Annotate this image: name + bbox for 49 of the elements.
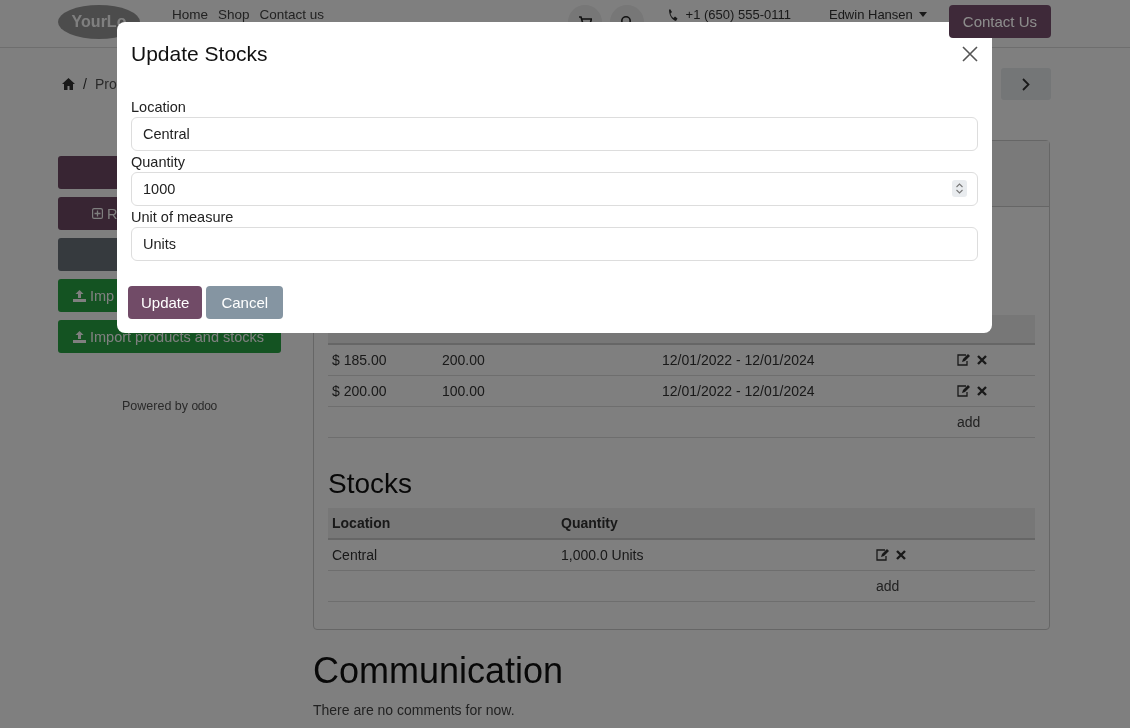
section-title: Communication	[313, 650, 565, 692]
delete-icon[interactable]	[896, 550, 906, 560]
edit-icon[interactable]	[957, 354, 970, 366]
table-cell-text: 1,000.0 Units	[561, 547, 645, 563]
delete-icon[interactable]	[977, 386, 987, 396]
spinner-icon[interactable]	[952, 180, 967, 197]
plus-square-icon	[92, 208, 103, 219]
input-field[interactable]: Units	[131, 227, 978, 261]
add-link[interactable]: add	[876, 578, 1035, 594]
column-header: Quantity	[561, 515, 619, 531]
section-title: Stocks	[328, 468, 414, 500]
field-label: Location	[131, 98, 187, 117]
user-menu[interactable]: Edwin Hansen	[828, 7, 927, 22]
table-cell-text: Central	[332, 547, 379, 563]
nav-link[interactable]: Shop	[218, 7, 250, 22]
nav-link[interactable]: Home	[172, 7, 208, 22]
table-cell-text: $ 200.00	[332, 383, 388, 399]
table-cell-text: $ 185.00	[332, 352, 388, 368]
field-label: Unit of measure	[131, 208, 235, 227]
brand-logo[interactable]: odoo	[191, 399, 217, 413]
edit-icon[interactable]	[876, 549, 889, 561]
table-cell-text: 12/01/2022 - 12/01/2024	[662, 383, 816, 399]
dialog-title: Update Stocks	[131, 42, 268, 66]
edit-icon[interactable]	[957, 385, 970, 397]
dialog-button[interactable]: Cancel	[206, 286, 284, 319]
dialog-button[interactable]: Update	[128, 286, 203, 319]
input-field[interactable]: 1000	[131, 172, 978, 206]
contact-us-button[interactable]: Contact Us	[948, 5, 1051, 38]
empty-message: There are no comments for now.	[313, 702, 516, 718]
nav-link[interactable]: Contact us	[259, 7, 325, 22]
phone-icon	[667, 7, 678, 22]
table-cell-text: 12/01/2022 - 12/01/2024	[662, 352, 816, 368]
upload-icon	[73, 330, 86, 343]
field-label: Quantity	[131, 153, 186, 172]
phone-number[interactable]: +1 (650) 555-0111	[685, 7, 791, 22]
column-header: Location	[332, 515, 392, 531]
table-cell-text: 200.00	[442, 352, 486, 368]
delete-icon[interactable]	[977, 355, 987, 365]
caret-icon	[918, 12, 927, 17]
upload-icon	[73, 289, 86, 302]
add-link[interactable]: add	[957, 414, 1035, 430]
chevron-right-icon	[1022, 77, 1030, 91]
table-cell-text: 100.00	[442, 383, 486, 399]
home-icon[interactable]	[62, 78, 75, 90]
breadcrumb-separator: /	[83, 76, 87, 92]
close-icon[interactable]	[962, 46, 978, 62]
breadcrumb-link[interactable]: Pro	[94, 76, 117, 92]
input-field[interactable]: Central	[131, 117, 978, 151]
powered-by-text: Powered by	[122, 399, 188, 413]
